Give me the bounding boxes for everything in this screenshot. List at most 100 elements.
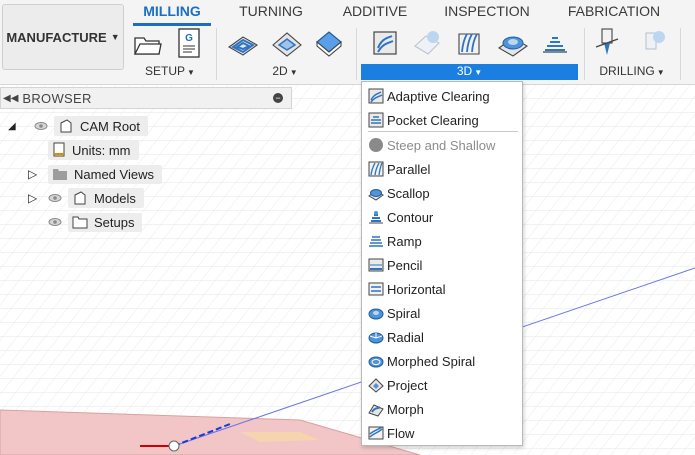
caret-down-icon: ▼ [110, 32, 120, 42]
2d-adaptive-icon [227, 36, 259, 56]
2d-face-icon [316, 31, 342, 57]
setup-group-menu[interactable]: SETUP ▼ [130, 64, 210, 80]
horizontal-icon [368, 282, 384, 296]
3d-pocket-button-disabled[interactable] [410, 27, 444, 59]
divider [216, 28, 217, 80]
menu-item-label: Pencil [387, 257, 423, 273]
2d-pocket-icon [272, 32, 302, 57]
tree-item-label: CAM Root [80, 118, 140, 134]
divider [680, 28, 681, 80]
menu-item-label: Steep and Shallow [387, 137, 496, 153]
browser-panel-header[interactable]: ◀◀ BROWSER − [0, 87, 292, 109]
2d-adaptive-button[interactable] [226, 27, 260, 59]
pencil-icon [368, 258, 384, 272]
drill-icon [595, 28, 619, 55]
visibility-eye-icon[interactable] [48, 193, 62, 203]
collapse-panel-icon[interactable]: ◀◀ [3, 93, 18, 104]
3d-group-menu[interactable]: 3D ▼ [361, 64, 578, 80]
contour-icon [543, 37, 567, 53]
tree-item-setups[interactable]: Setups [48, 211, 143, 233]
caret-down-icon: ▼ [187, 68, 195, 77]
menu-divider [368, 131, 518, 132]
menu-item-pocket-clearing[interactable]: Pocket Clearing [362, 109, 522, 131]
menu-item-contour[interactable]: Contour [362, 206, 522, 228]
3d-adaptive-button[interactable] [368, 27, 402, 59]
scallop-icon [368, 189, 384, 201]
3d-parallel-button[interactable] [452, 27, 486, 59]
menu-item-ramp[interactable]: Ramp [362, 230, 522, 252]
menu-item-radial[interactable]: Radial [362, 326, 522, 348]
menu-item-adaptive-clearing[interactable]: Adaptive Clearing [362, 85, 522, 107]
menu-item-spiral[interactable]: Spiral [362, 302, 522, 324]
tab-additive[interactable]: ADDITIVE [338, 3, 412, 21]
tab-inspection[interactable]: INSPECTION [442, 3, 532, 21]
open-setup-button[interactable] [130, 27, 164, 59]
minimize-icon[interactable]: − [273, 93, 283, 103]
toolbar: MANUFACTURE ▼ MILLING TURNING ADDITIVE I… [0, 0, 695, 85]
workspace-switcher[interactable]: MANUFACTURE ▼ [2, 4, 124, 70]
divider [584, 28, 585, 80]
menu-item-label: Horizontal [387, 281, 446, 297]
caret-down-icon: ▼ [474, 68, 483, 77]
tree-item-label: Models [94, 190, 136, 206]
visibility-eye-icon[interactable] [34, 121, 48, 131]
menu-item-label: Pocket Clearing [387, 112, 479, 128]
drilling-group-label: DRILLING [599, 64, 655, 78]
menu-item-pencil[interactable]: Pencil [362, 254, 522, 276]
3d-pocket-icon [414, 31, 440, 55]
menu-item-horizontal[interactable]: Horizontal [362, 278, 522, 300]
2d-group-menu[interactable]: 2D ▼ [226, 64, 344, 80]
3d-strategy-menu: Adaptive Clearing Pocket Clearing Steep … [361, 81, 523, 446]
svg-text:G: G [185, 33, 193, 44]
tab-turning[interactable]: TURNING [233, 3, 309, 21]
adaptive-clearing-icon [368, 88, 384, 104]
drill-button[interactable] [590, 27, 624, 59]
tree-item-models[interactable]: ▷ Models [28, 187, 144, 209]
cam-root-icon [60, 119, 72, 133]
menu-item-label: Ramp [387, 233, 422, 249]
menu-item-project[interactable]: Project [362, 374, 522, 396]
nc-program-button[interactable]: G [172, 27, 206, 59]
scallop-icon [497, 36, 529, 57]
divider [356, 28, 357, 80]
tree-item-units[interactable]: Units: mm [48, 139, 139, 161]
2d-pocket-button[interactable] [270, 27, 304, 59]
menu-item-steep-and-shallow[interactable]: Steep and Shallow [362, 134, 522, 156]
tree-item-label: Units: mm [72, 142, 131, 158]
pocket-clearing-icon [368, 112, 384, 128]
visibility-eye-icon[interactable] [48, 217, 62, 227]
drilling-group-menu[interactable]: DRILLING ▼ [590, 64, 674, 80]
tree-item-named-views[interactable]: ▷ Named Views [28, 163, 162, 185]
tab-fabrication[interactable]: FABRICATION [566, 3, 662, 21]
menu-item-parallel[interactable]: Parallel [362, 158, 522, 180]
workspace-label: MANUFACTURE [6, 29, 107, 45]
models-component-icon [74, 191, 86, 205]
menu-item-label: Morphed Spiral [387, 353, 476, 369]
tree-item-cam-root[interactable]: ◢ CAM Root [8, 115, 148, 137]
menu-item-label: Scallop [387, 185, 430, 201]
3d-contour-button[interactable] [538, 27, 572, 59]
expand-arrow-icon[interactable]: ▷ [28, 191, 48, 205]
3d-scallop-button[interactable] [496, 27, 530, 59]
active-tab-indicator [133, 23, 211, 26]
menu-item-morph[interactable]: Morph [362, 398, 522, 420]
parallel-icon [458, 33, 480, 55]
menu-item-flow[interactable]: Flow [362, 422, 522, 444]
caret-down-icon: ▼ [656, 68, 665, 77]
tab-milling[interactable]: MILLING [133, 3, 211, 21]
menu-item-label: Morph [387, 401, 424, 417]
expand-toggle-icon[interactable]: ◢ [8, 121, 22, 132]
menu-item-morphed-spiral[interactable]: Morphed Spiral [362, 350, 522, 372]
project-icon [368, 378, 384, 393]
caret-down-icon: ▼ [289, 68, 298, 77]
folder-setup-icon [133, 37, 162, 55]
steep-shallow-icon [369, 138, 383, 152]
hole-recognition-button-disabled[interactable] [636, 27, 670, 59]
menu-item-label: Radial [387, 329, 424, 345]
tree-item-label: Setups [94, 214, 135, 230]
expand-arrow-icon[interactable]: ▷ [28, 167, 48, 181]
menu-item-label: Flow [387, 425, 415, 441]
menu-item-scallop[interactable]: Scallop [362, 182, 522, 204]
2d-face-button[interactable] [312, 27, 346, 59]
tree-item-label: Named Views [74, 166, 154, 182]
